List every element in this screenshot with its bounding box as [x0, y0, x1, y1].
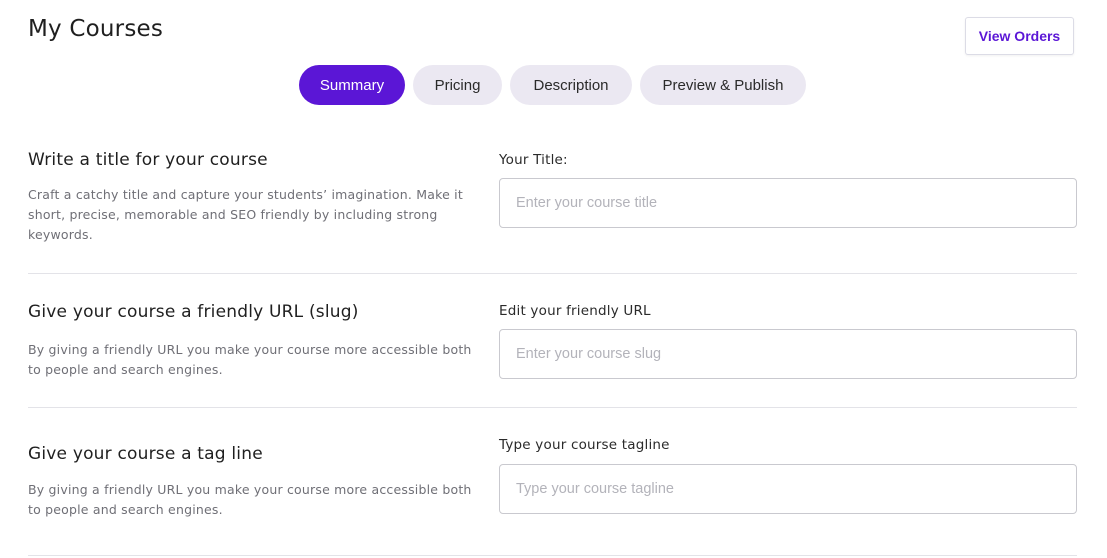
section-heading: Give your course a friendly URL (slug) [28, 302, 359, 322]
course-tagline-input[interactable] [499, 464, 1077, 514]
field-label: Your Title: [499, 152, 568, 168]
section-description: Craft a catchy title and capture your st… [28, 187, 463, 242]
field-label: Type your course tagline [499, 437, 670, 453]
section-heading: Give your course a tag line [28, 444, 263, 464]
tab-pricing[interactable]: Pricing [413, 65, 502, 105]
course-tabs: Summary Pricing Description Preview & Pu… [299, 65, 806, 105]
section-divider [28, 407, 1077, 408]
section-heading: Write a title for your course [28, 150, 268, 170]
course-title-input[interactable] [499, 178, 1077, 228]
tab-summary[interactable]: Summary [299, 65, 405, 105]
section-description: By giving a friendly URL you make your c… [28, 342, 472, 377]
view-orders-button[interactable]: View Orders [965, 17, 1074, 55]
course-slug-input[interactable] [499, 329, 1077, 379]
tab-preview-publish[interactable]: Preview & Publish [640, 65, 806, 105]
field-label: Edit your friendly URL [499, 303, 651, 319]
page-title: My Courses [28, 16, 164, 42]
section-divider [28, 273, 1077, 274]
section-divider [28, 555, 1077, 556]
course-editor-page: My Courses View Orders Summary Pricing D… [0, 0, 1107, 558]
tab-description[interactable]: Description [510, 65, 632, 105]
section-description: By giving a friendly URL you make your c… [28, 482, 472, 517]
